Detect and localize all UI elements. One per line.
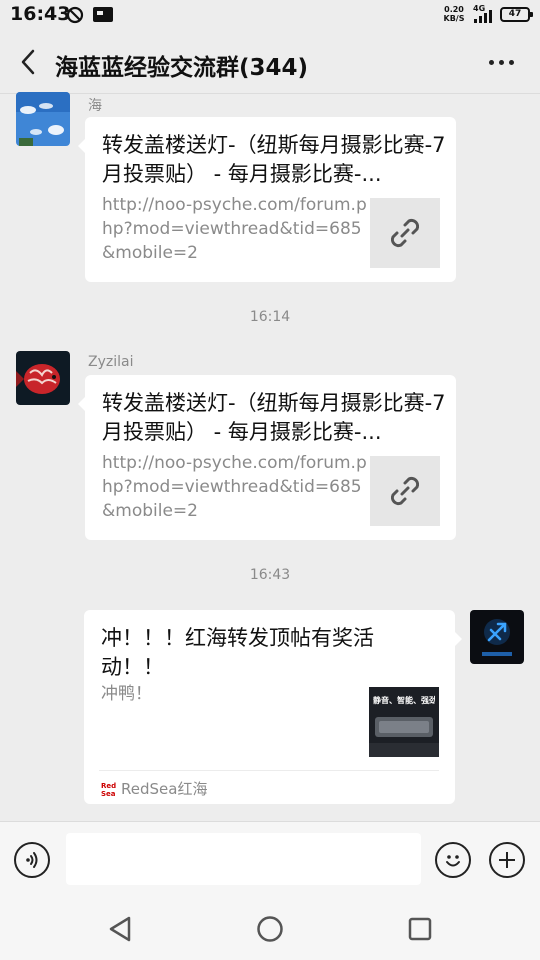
more-options-button[interactable]: [484, 48, 518, 76]
system-navigation-bar: [0, 899, 540, 960]
nav-back-button[interactable]: [104, 913, 136, 945]
circle-home-icon: [257, 916, 283, 942]
avatar-self[interactable]: [470, 610, 524, 664]
status-time: 16:43: [10, 3, 71, 25]
timestamp: 16:14: [249, 309, 291, 325]
message-card-link[interactable]: 转发盖楼送灯-（纽斯每月摄影比赛-7月投票贴） - 每月摄影比赛-... htt…: [78, 375, 456, 540]
nav-recents-button[interactable]: [404, 913, 436, 945]
message-link-url: http://noo-psyche.com/forum.php?mod=view…: [102, 453, 367, 521]
message-input[interactable]: [66, 833, 421, 885]
battery-icon: 47: [500, 7, 533, 22]
do-not-disturb-icon: [66, 6, 84, 24]
more-functions-button[interactable]: [489, 842, 525, 878]
battery-level: 47: [508, 9, 522, 19]
more-dots-icon: [488, 59, 494, 65]
input-bar: [0, 821, 540, 899]
timestamp: 16:43: [249, 567, 291, 583]
emoji-icon: [446, 855, 460, 867]
message-title: 转发盖楼送灯-（纽斯每月摄影比赛-7月投票贴） - 每月摄影比赛-...: [102, 133, 446, 186]
network-speed: 0.20 KB/S: [442, 5, 466, 23]
square-recents-icon: [408, 917, 432, 941]
voice-button[interactable]: [14, 842, 50, 878]
redsea-logo: Red Sea: [101, 782, 117, 798]
sender-name: Zyzilai: [88, 354, 134, 370]
triangle-back-icon: [109, 916, 131, 942]
message-title: 冲！！！红海转发顶帖有奖活动！！: [101, 626, 374, 679]
link-thumbnail: [370, 198, 440, 268]
chat-title: 海蓝蓝经验交流群(344): [55, 55, 309, 81]
message-description: 冲鸭！: [101, 684, 152, 704]
network-speed-unit: KB/S: [443, 14, 465, 23]
chevron-left-icon: [21, 49, 35, 75]
avatar-zyzilai[interactable]: [16, 351, 70, 405]
source-name: RedSea红海: [121, 780, 208, 798]
message-card-link[interactable]: 转发盖楼送灯-（纽斯每月摄影比赛-7月投票贴） - 每月摄影比赛-... htt…: [78, 117, 456, 282]
message-card-article[interactable]: 冲！！！红海转发顶帖有奖活动！！ 冲鸭！ 静音、智能、强劲 Red Sea Re…: [84, 610, 462, 804]
message-link-url: http://noo-psyche.com/forum.php?mod=view…: [102, 195, 367, 263]
signal-icon: [474, 10, 496, 23]
article-source[interactable]: Red Sea RedSea红海: [99, 770, 439, 804]
link-thumbnail: [370, 456, 440, 526]
message-title: 转发盖楼送灯-（纽斯每月摄影比赛-7月投票贴） - 每月摄影比赛-...: [102, 391, 446, 444]
link-icon: [390, 218, 420, 248]
voice-icon: [26, 852, 38, 868]
article-thumbnail: 静音、智能、强劲: [369, 687, 439, 757]
back-button[interactable]: [12, 46, 44, 78]
plus-icon: [499, 852, 515, 868]
sender-name: 海: [88, 98, 102, 114]
sd-card-icon: [93, 7, 113, 22]
status-bar: 16:43 0.20 KB/S 4G 47: [0, 0, 540, 30]
network-speed-value: 0.20: [444, 5, 464, 14]
emoji-button[interactable]: [435, 842, 471, 878]
link-icon: [390, 476, 420, 506]
chat-header: 海蓝蓝经验交流群(344): [0, 30, 540, 94]
article-thumbnail-text: 静音、智能、强劲: [373, 696, 435, 705]
avatar-hai[interactable]: [16, 92, 70, 146]
nav-home-button[interactable]: [254, 913, 286, 945]
